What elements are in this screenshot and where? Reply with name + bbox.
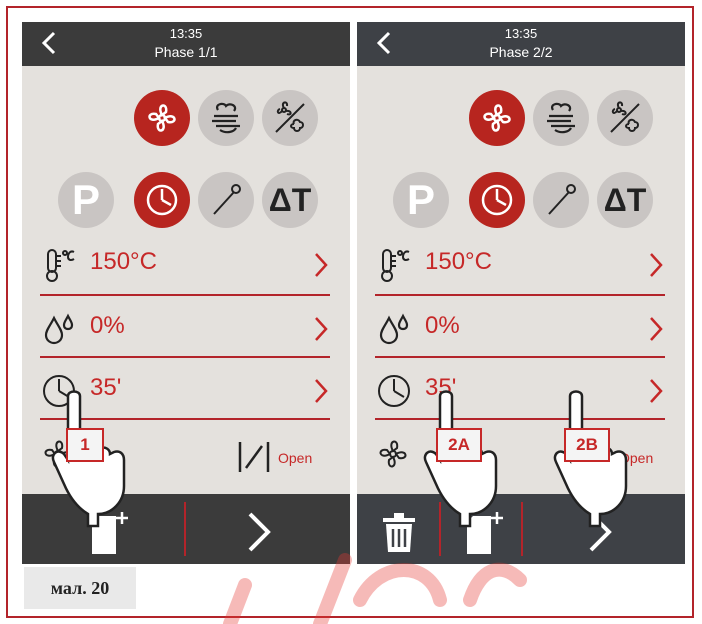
humidity-drops-icon (379, 313, 409, 345)
chevron-right-icon[interactable] (312, 376, 330, 406)
fan-steam-off-icon[interactable] (597, 90, 653, 146)
divider (40, 356, 330, 358)
humidity-value: 0% (425, 312, 460, 339)
probe-icon[interactable] (533, 172, 589, 228)
divider (184, 502, 186, 556)
callout-label: 2B (564, 428, 610, 462)
chevron-right-icon[interactable] (647, 376, 665, 406)
humidity-drops-icon (44, 313, 74, 345)
divider (40, 294, 330, 296)
next-icon[interactable] (244, 510, 274, 554)
delta-t-icon[interactable]: ΔT (262, 172, 318, 228)
timer-icon[interactable] (134, 172, 190, 228)
chevron-right-icon[interactable] (647, 250, 665, 280)
fan-steam-off-icon[interactable] (262, 90, 318, 146)
temperature-value: 150°C (425, 248, 492, 275)
clock-time: 13:35 (169, 26, 203, 41)
thermometer-icon (381, 249, 410, 282)
program-icon[interactable]: P (393, 172, 449, 228)
probe-icon[interactable] (198, 172, 254, 228)
divider (521, 502, 523, 556)
trash-icon[interactable] (379, 510, 419, 554)
steam-icon[interactable] (198, 90, 254, 146)
delta-t-icon[interactable]: ΔT (597, 172, 653, 228)
phase-label: Phase 1/1 (154, 44, 218, 60)
clock-time: 13:35 (504, 26, 538, 41)
fan-icon[interactable] (469, 90, 525, 146)
program-icon[interactable]: P (58, 172, 114, 228)
callout-label: 1 (66, 428, 104, 462)
figure-caption: мал. 20 (24, 567, 136, 609)
vent-state: Open (278, 450, 313, 466)
phase-label: Phase 2/2 (489, 44, 553, 60)
fan-icon[interactable] (134, 90, 190, 146)
chevron-right-icon[interactable] (312, 314, 330, 344)
temperature-row[interactable]: 150°C (375, 240, 665, 292)
callout-label: 2A (436, 428, 482, 462)
temperature-row[interactable]: 150°C (40, 240, 330, 292)
divider (375, 294, 665, 296)
fan-icon (379, 440, 407, 468)
temperature-value: 150°C (90, 248, 157, 275)
divider (375, 356, 665, 358)
humidity-row[interactable]: 0% (375, 304, 665, 356)
chevron-right-icon[interactable] (647, 314, 665, 344)
vent-damper-icon[interactable] (236, 440, 272, 474)
header-bar: 13:35 Phase 2/2 (357, 22, 685, 66)
chevron-right-icon[interactable] (312, 250, 330, 280)
clock-icon (378, 375, 410, 407)
humidity-row[interactable]: 0% (40, 304, 330, 356)
header-bar: 13:35 Phase 1/1 (22, 22, 350, 66)
timer-icon[interactable] (469, 172, 525, 228)
steam-icon[interactable] (533, 90, 589, 146)
thermometer-icon (46, 249, 75, 282)
humidity-value: 0% (90, 312, 125, 339)
